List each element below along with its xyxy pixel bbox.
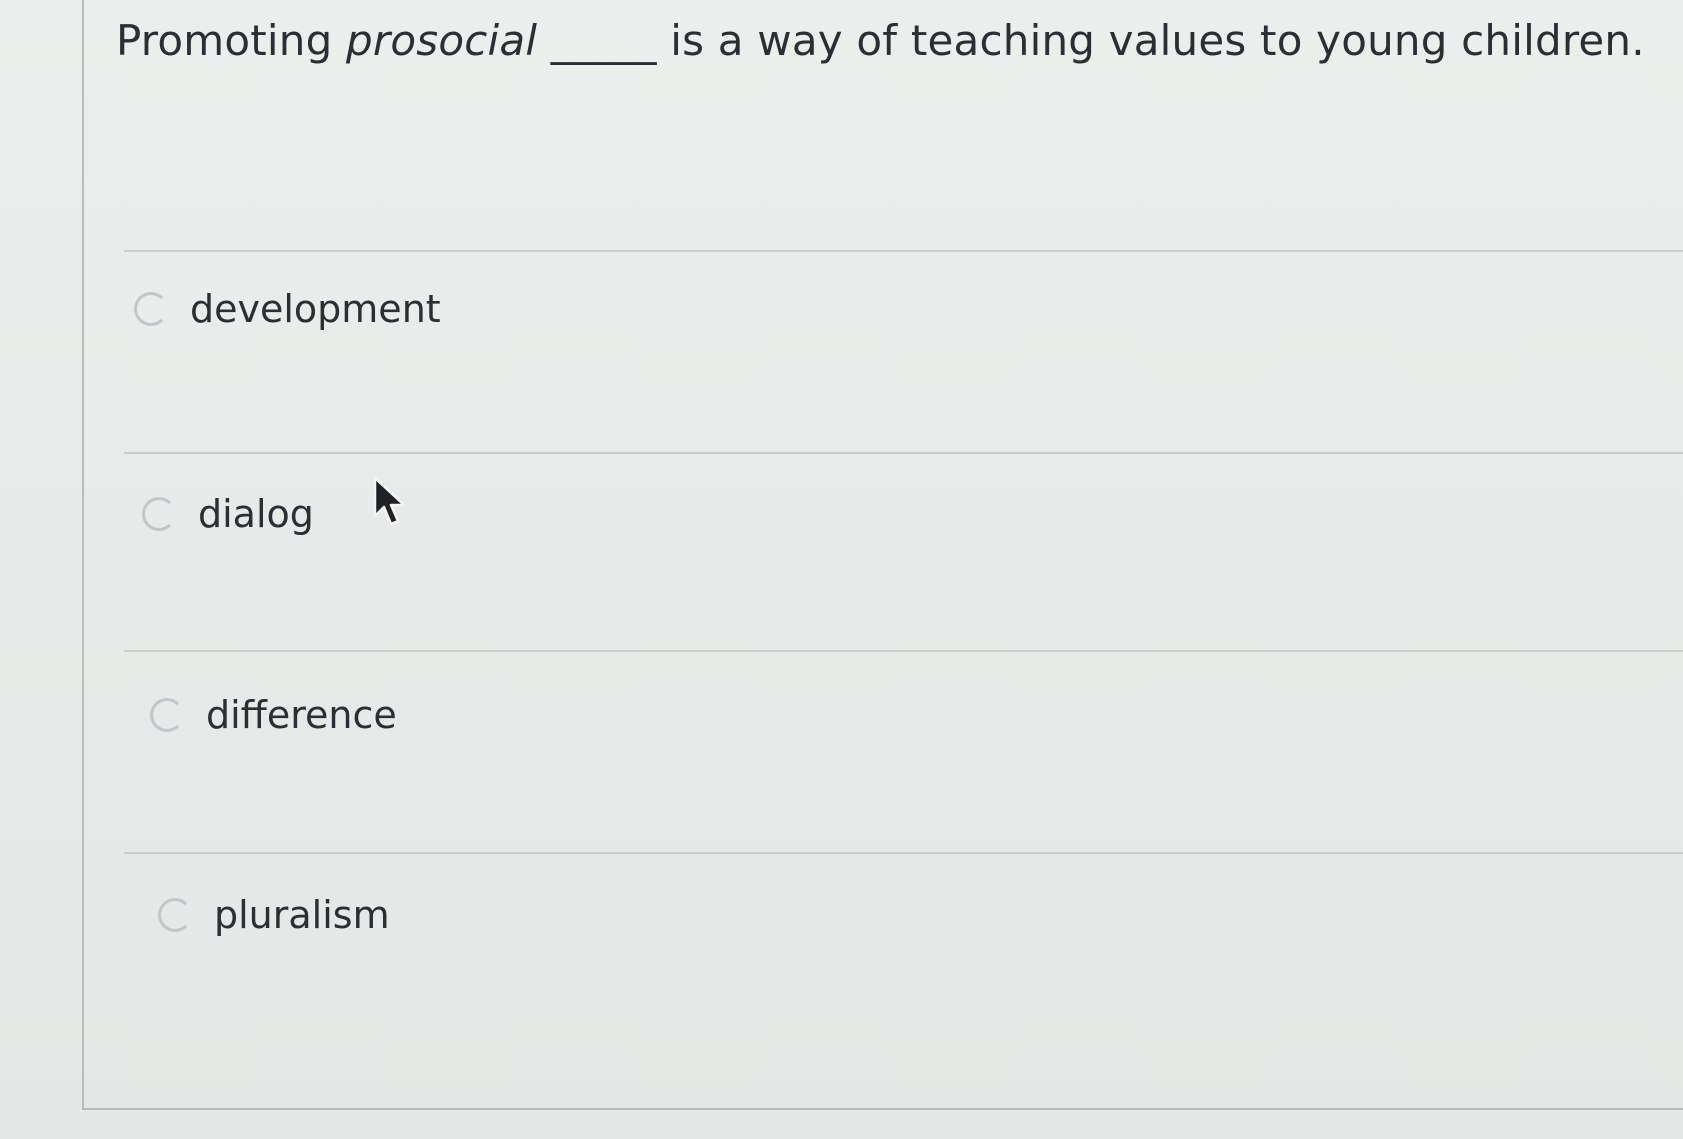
question-panel — [82, 0, 1683, 1110]
radio-button-icon[interactable] — [142, 497, 176, 531]
divider — [124, 250, 1683, 252]
divider — [124, 852, 1683, 854]
question-text: Promoting prosocial _____ is a way of te… — [116, 16, 1645, 65]
quiz-page: Promoting prosocial _____ is a way of te… — [0, 0, 1683, 1139]
divider — [124, 650, 1683, 652]
option-label: dialog — [198, 492, 314, 536]
question-prefix: Promoting — [116, 16, 347, 65]
mouse-pointer-icon — [373, 476, 406, 526]
answer-option-dialog[interactable]: dialog — [142, 492, 314, 536]
option-label: difference — [206, 693, 397, 737]
option-label: pluralism — [214, 893, 390, 937]
radio-button-icon[interactable] — [134, 292, 168, 326]
answer-option-difference[interactable]: difference — [150, 693, 397, 737]
option-label: development — [190, 287, 441, 331]
question-suffix: is a way of teaching values to young chi… — [670, 16, 1645, 65]
radio-button-icon[interactable] — [158, 898, 192, 932]
divider — [124, 452, 1683, 454]
question-emphasis: prosocial — [346, 16, 538, 65]
answer-option-development[interactable]: development — [134, 287, 441, 331]
question-blank: _____ — [537, 16, 671, 65]
radio-button-icon[interactable] — [150, 698, 184, 732]
answer-option-pluralism[interactable]: pluralism — [158, 893, 390, 937]
